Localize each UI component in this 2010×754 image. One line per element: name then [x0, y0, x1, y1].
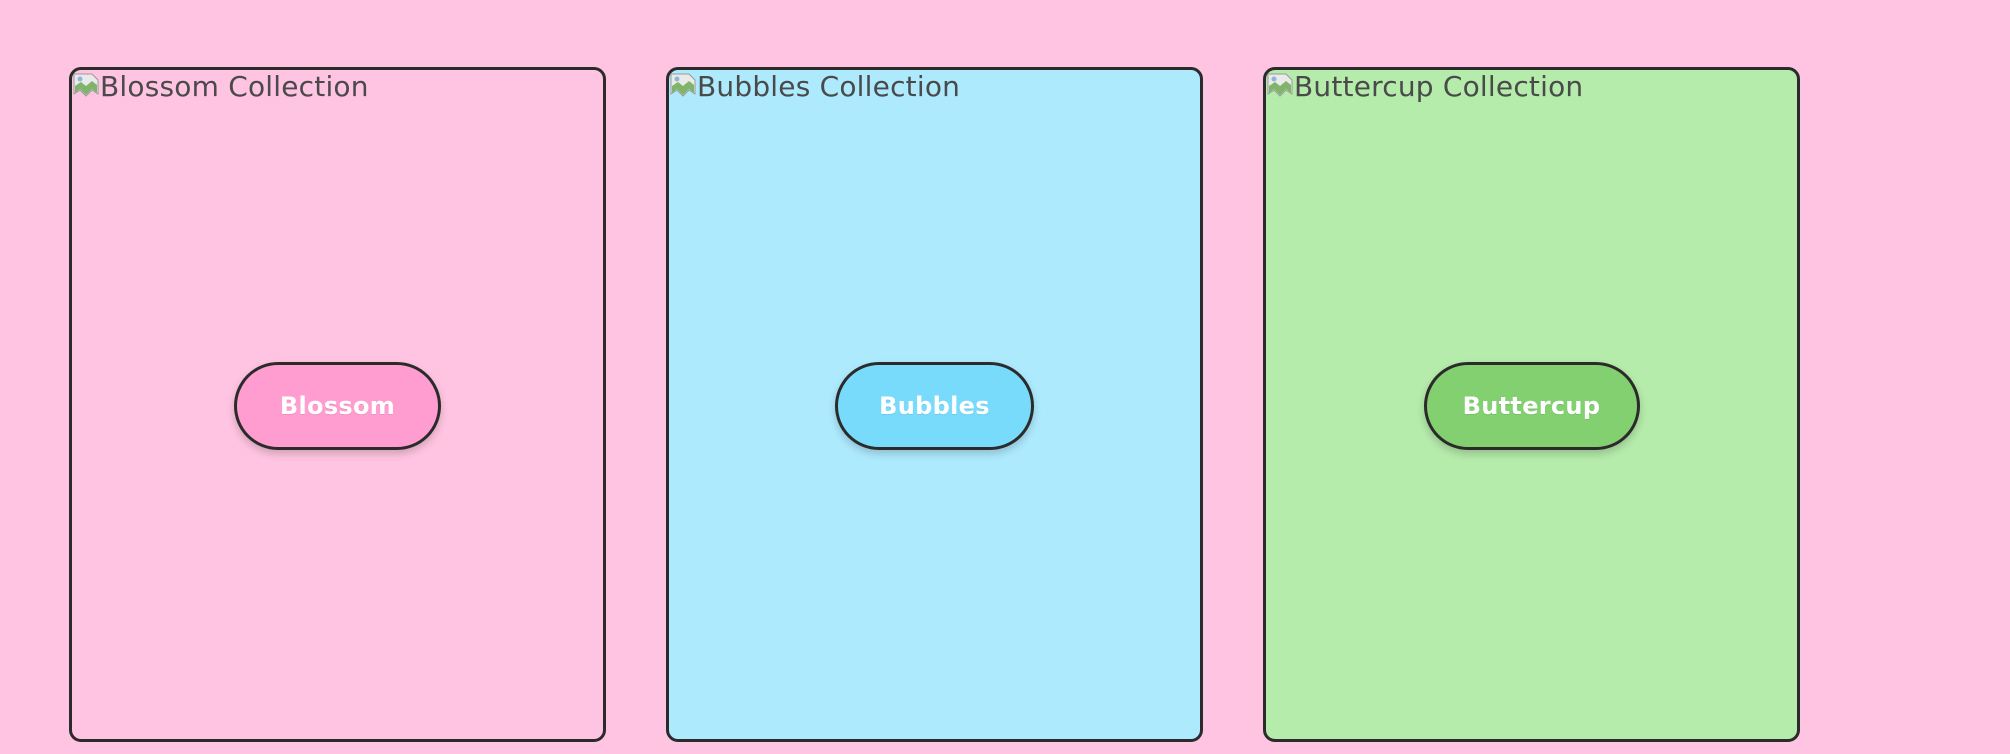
broken-image-icon [72, 72, 100, 102]
blossom-image-alt-text: Blossom Collection [100, 70, 369, 103]
blossom-button[interactable]: Blossom [234, 362, 441, 450]
bubbles-card: Bubbles Collection Bubbles [666, 67, 1203, 742]
bubbles-image-alt-text: Bubbles Collection [697, 70, 961, 103]
blossom-collection-image: Blossom Collection [72, 70, 369, 104]
buttercup-collection-image: Buttercup Collection [1266, 70, 1583, 104]
buttercup-button[interactable]: Buttercup [1423, 362, 1640, 450]
blossom-card: Blossom Collection Blossom [69, 67, 606, 742]
buttercup-image-alt-text: Buttercup Collection [1294, 70, 1584, 103]
broken-image-icon [1266, 72, 1294, 102]
bubbles-collection-image: Bubbles Collection [669, 70, 960, 104]
broken-image-icon [669, 72, 697, 102]
bubbles-button[interactable]: Bubbles [835, 362, 1034, 450]
buttercup-card: Buttercup Collection Buttercup [1263, 67, 1800, 742]
